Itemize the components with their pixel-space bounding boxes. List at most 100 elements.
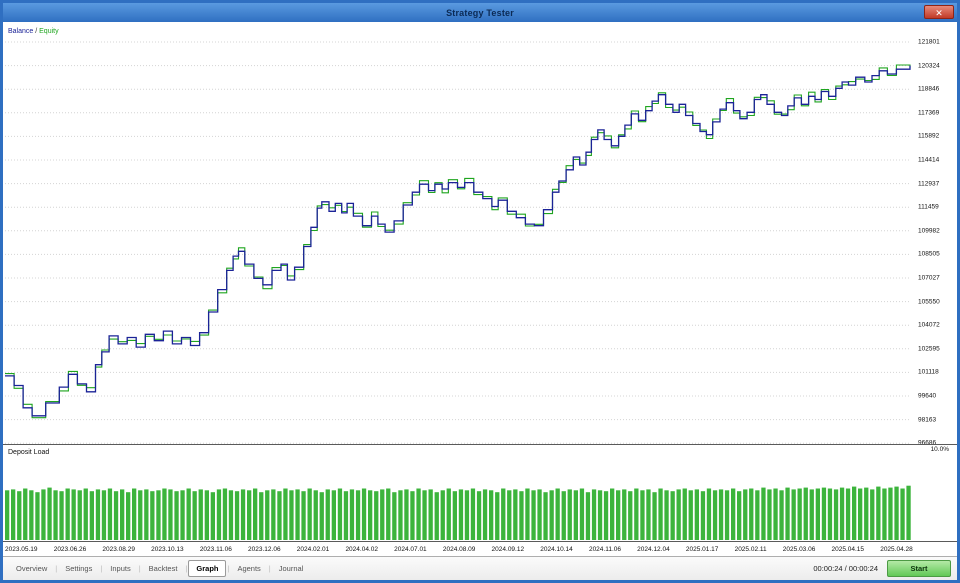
deposit-load-bar <box>833 489 839 540</box>
deposit-load-bar <box>29 490 34 540</box>
deposit-load-bar <box>174 491 179 540</box>
deposit-load-bar <box>355 490 361 540</box>
deposit-load-bar <box>234 491 240 540</box>
deposit-load-bar <box>616 490 621 540</box>
deposit-load-bar <box>271 489 276 540</box>
y-axis-label: 107027 <box>918 274 940 282</box>
deposit-load-bar <box>113 491 119 540</box>
deposit-load-chart <box>5 485 911 540</box>
x-axis-label: 2025.04.28 <box>880 545 913 553</box>
deposit-load-bar <box>222 488 228 540</box>
tab-overview[interactable]: Overview <box>9 561 54 576</box>
deposit-load-bar <box>767 489 772 540</box>
deposit-load-bar <box>537 489 542 540</box>
deposit-load-bar <box>585 492 591 540</box>
deposit-load-bar <box>628 491 633 540</box>
deposit-load-bar <box>422 490 427 540</box>
deposit-load-bar <box>83 488 88 540</box>
deposit-load-bar <box>240 489 246 540</box>
deposit-load-bar <box>386 488 391 540</box>
deposit-load-bar <box>779 490 784 540</box>
deposit-load-bar <box>120 489 125 540</box>
x-axis-label: 2023.08.29 <box>102 545 135 553</box>
deposit-load-bar <box>210 492 215 540</box>
deposit-load-title: Deposit Load <box>8 449 50 456</box>
tab-backtest[interactable]: Backtest <box>142 561 185 576</box>
deposit-load-bar <box>144 489 149 540</box>
deposit-load-bar <box>634 488 639 540</box>
start-button[interactable]: Start <box>887 560 951 577</box>
deposit-load-bar <box>23 488 28 540</box>
deposit-load-bar <box>579 488 585 540</box>
window-title: Strategy Tester <box>446 7 514 18</box>
close-button[interactable]: ✕ <box>924 5 954 19</box>
deposit-load-bar <box>718 489 724 540</box>
elapsed-time: 00:00:24 / 00:00:24 <box>813 564 878 573</box>
deposit-load-bar <box>815 488 820 540</box>
x-axis-label: 2024.10.14 <box>540 545 573 553</box>
deposit-load-bar <box>555 488 560 540</box>
deposit-load-bar <box>839 487 845 540</box>
deposit-load-bar <box>531 490 536 540</box>
x-axis-label: 2025.02.11 <box>734 545 767 553</box>
deposit-load-bar <box>150 491 155 540</box>
deposit-load-bar <box>906 485 911 540</box>
tab-journal[interactable]: Journal <box>272 561 311 576</box>
balance-line <box>5 65 911 417</box>
equity-line <box>5 64 911 419</box>
deposit-load-bar <box>107 488 113 540</box>
x-axis-label: 2024.09.12 <box>491 545 525 553</box>
deposit-load-bar <box>77 490 82 540</box>
y-axis-label: 120324 <box>918 62 940 70</box>
deposit-load-bar <box>428 489 433 540</box>
deposit-load-bar <box>410 491 415 540</box>
deposit-load-bar <box>900 488 905 540</box>
deposit-load-bar <box>573 490 578 540</box>
deposit-load-bar <box>307 488 312 540</box>
legend-balance-label: Balance <box>8 28 34 35</box>
deposit-load-bar <box>773 488 778 540</box>
x-axis-label: 2024.07.01 <box>394 545 427 553</box>
x-axis-label: 2025.04.15 <box>831 545 865 553</box>
balance-equity-chart <box>5 41 911 444</box>
deposit-load-bar <box>737 491 742 540</box>
tab-settings[interactable]: Settings <box>58 561 99 576</box>
deposit-load-bar <box>640 490 645 540</box>
x-axis: 2023.05.19 2023.06.26 2023.08.29 2023.10.13… <box>5 543 913 555</box>
x-axis-label: 2023.06.26 <box>53 545 87 553</box>
deposit-load-bar <box>247 490 252 540</box>
deposit-load-bar <box>591 489 597 540</box>
deposit-load-bar <box>458 489 464 540</box>
deposit-load-bar <box>392 492 397 540</box>
y-axis-label: 104072 <box>918 321 940 329</box>
deposit-load-bar <box>361 488 367 540</box>
deposit-load-bar <box>470 488 476 540</box>
y-axis: 121801 120324 118846 117369 115892 114414 1129… <box>916 22 957 447</box>
deposit-load-bar <box>525 488 530 540</box>
deposit-load-bar <box>89 491 94 540</box>
deposit-load-bar <box>864 487 869 540</box>
x-axis-label: 2023.05.19 <box>5 545 38 553</box>
deposit-load-bar <box>888 487 893 540</box>
deposit-load-bar <box>797 488 802 540</box>
x-axis-label: 2025.01.17 <box>685 545 719 553</box>
y-axis-label: 121801 <box>918 38 940 46</box>
x-axis-label: 2023.12.06 <box>248 545 281 553</box>
deposit-load-bar <box>313 490 318 540</box>
deposit-load-bar <box>785 487 790 540</box>
deposit-load-bar <box>561 491 566 540</box>
deposit-load-bar <box>95 489 101 540</box>
deposit-load-bar <box>652 492 657 540</box>
deposit-load-bar <box>216 489 222 540</box>
deposit-load-bar <box>761 487 766 540</box>
tab-graph[interactable]: Graph <box>188 560 227 577</box>
titlebar[interactable]: Strategy Tester ✕ <box>3 3 957 22</box>
tab-agents[interactable]: Agents <box>230 561 267 576</box>
deposit-load-bar <box>434 492 439 540</box>
deposit-load-bar <box>289 490 294 540</box>
chart-legend: Balance / Equity <box>8 28 59 35</box>
deposit-load-bar <box>35 492 40 540</box>
deposit-axis-max-label: 10.0% <box>930 446 949 453</box>
deposit-load-bar <box>803 487 808 540</box>
tab-inputs[interactable]: Inputs <box>103 561 137 576</box>
